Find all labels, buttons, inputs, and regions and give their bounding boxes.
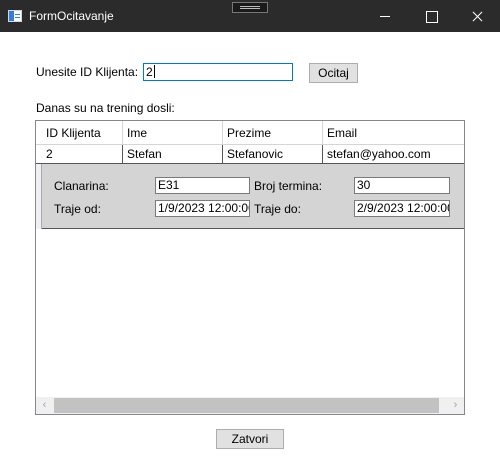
- read-button[interactable]: Ocitaj: [309, 63, 358, 83]
- close-button[interactable]: Zatvori: [216, 429, 284, 449]
- client-id-input[interactable]: 2: [143, 63, 293, 81]
- maximize-button[interactable]: [408, 0, 454, 32]
- clients-data-grid[interactable]: ID Klijenta Ime Prezime Email 2 Stefan S…: [35, 120, 465, 415]
- horizontal-scrollbar[interactable]: ‹ ›: [36, 397, 464, 414]
- window-title: FormOcitavanje: [29, 9, 114, 23]
- traje-do-field[interactable]: 2/9/2023 12:00:00: [354, 200, 450, 217]
- column-header-id[interactable]: ID Klijenta: [42, 121, 123, 145]
- row-details-panel: Clanarina: E31 Broj termina: 30 Traje od…: [42, 164, 464, 229]
- minimize-button[interactable]: [362, 0, 408, 32]
- cell-ime[interactable]: Stefan: [123, 145, 223, 163]
- traje-od-label: Traje od:: [54, 202, 101, 216]
- clanarina-field[interactable]: E31: [155, 177, 250, 194]
- close-window-button[interactable]: [454, 0, 500, 32]
- attendance-list-label: Danas su na trening dosli:: [36, 101, 175, 115]
- traje-do-label: Traje do:: [254, 202, 301, 216]
- chevron-right-icon[interactable]: ›: [447, 397, 464, 414]
- scrollbar-thumb[interactable]: [54, 398, 439, 413]
- column-header-email[interactable]: Email: [323, 121, 464, 145]
- text-caret: [153, 65, 155, 78]
- column-header-prezime[interactable]: Prezime: [223, 121, 323, 145]
- column-header-ime[interactable]: Ime: [123, 121, 223, 145]
- grid-header: ID Klijenta Ime Prezime Email: [36, 121, 464, 145]
- chevron-left-icon[interactable]: ‹: [36, 397, 53, 414]
- title-bar[interactable]: FormOcitavanje: [0, 0, 500, 32]
- traje-od-field[interactable]: 1/9/2023 12:00:00: [155, 200, 250, 217]
- broj-termina-label: Broj termina:: [254, 179, 323, 193]
- clanarina-label: Clanarina:: [54, 179, 109, 193]
- drag-handle[interactable]: [232, 2, 268, 13]
- broj-termina-field[interactable]: 30: [354, 177, 450, 194]
- cell-email[interactable]: stefan@yahoo.com: [323, 145, 464, 163]
- table-row[interactable]: 2 Stefan Stefanovic stefan@yahoo.com: [36, 145, 464, 164]
- client-id-label: Unesite ID Klijenta:: [36, 65, 139, 79]
- client-id-value: 2: [146, 65, 153, 79]
- form-window-icon: [8, 10, 22, 22]
- cell-prezime[interactable]: Stefanovic: [223, 145, 323, 163]
- cell-id[interactable]: 2: [42, 145, 123, 163]
